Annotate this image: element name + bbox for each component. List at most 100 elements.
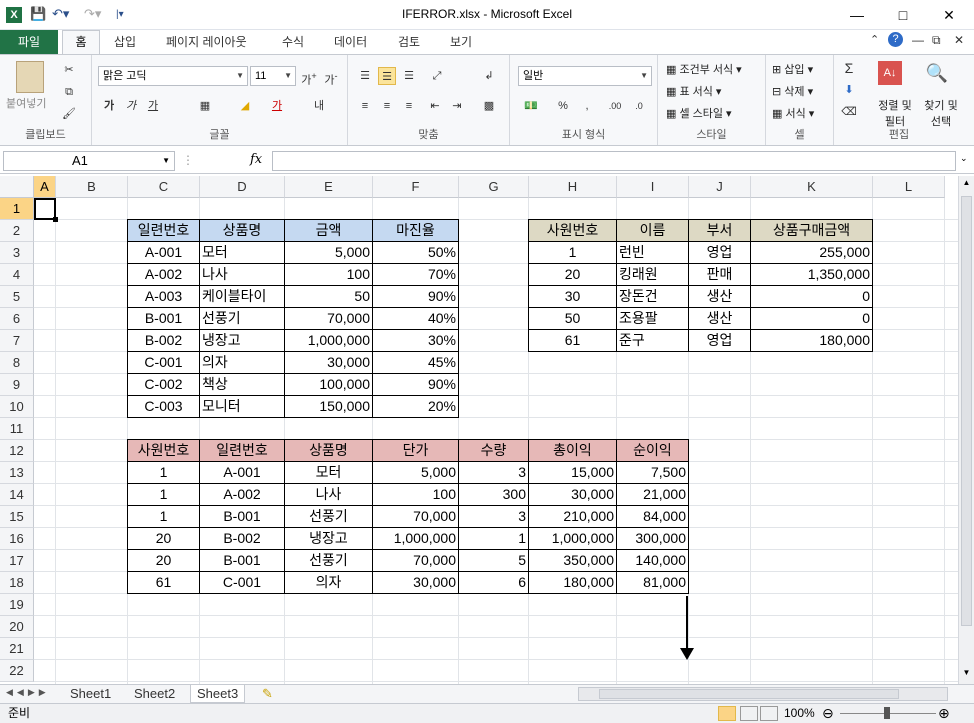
- row-header[interactable]: 18: [0, 572, 34, 594]
- table-cell[interactable]: 100: [372, 483, 459, 506]
- column-header-c[interactable]: C: [128, 176, 200, 198]
- row-header[interactable]: 21: [0, 638, 34, 660]
- formula-input[interactable]: [272, 151, 956, 171]
- table-header[interactable]: 마진율: [372, 219, 459, 242]
- row-header[interactable]: 14: [0, 484, 34, 506]
- row-header[interactable]: 1: [0, 198, 34, 220]
- align-top-icon[interactable]: ☰: [356, 67, 374, 85]
- sort-filter-button[interactable]: 정렬 및 필터: [872, 97, 918, 129]
- table-header[interactable]: 일련번호: [127, 219, 200, 242]
- wrap-text-icon[interactable]: ↲: [480, 67, 498, 85]
- expand-formula-icon[interactable]: ⌄: [960, 153, 968, 164]
- row-header[interactable]: 7: [0, 330, 34, 352]
- underline-button[interactable]: 가: [144, 97, 162, 115]
- ribbon-collapse-icon[interactable]: ⌃: [870, 33, 879, 46]
- table-cell[interactable]: 5,000: [372, 461, 459, 484]
- minimize-button[interactable]: —: [842, 4, 872, 26]
- select-all-corner[interactable]: [0, 176, 34, 198]
- row-header[interactable]: 20: [0, 616, 34, 638]
- fill-icon[interactable]: ⬇: [840, 81, 858, 99]
- table-cell[interactable]: 1,000,000: [284, 329, 373, 352]
- font-name-select[interactable]: 맑은 고딕 ▼: [98, 66, 248, 86]
- table-cell[interactable]: 50: [284, 285, 373, 308]
- find-select-button[interactable]: 찾기 및 선택: [918, 97, 964, 129]
- align-bottom-icon[interactable]: ☰: [400, 67, 418, 85]
- sheet-nav-icon[interactable]: ◀◀▶▶: [6, 687, 50, 698]
- zoom-out-icon[interactable]: ⊖: [822, 704, 834, 723]
- row-header[interactable]: 11: [0, 418, 34, 440]
- tab-file[interactable]: 파일: [0, 30, 58, 54]
- table-cell[interactable]: 판매: [688, 263, 751, 286]
- table-cell[interactable]: 조용팔: [616, 307, 689, 330]
- table-cell[interactable]: B-001: [199, 549, 285, 572]
- column-header-e[interactable]: E: [285, 176, 373, 198]
- table-header[interactable]: 상품명: [284, 439, 373, 462]
- clear-icon[interactable]: ⌫: [840, 103, 858, 121]
- table-cell[interactable]: 냉장고: [284, 527, 373, 550]
- table-cell[interactable]: 런빈: [616, 241, 689, 264]
- table-cell[interactable]: 1,000,000: [528, 527, 617, 550]
- zoom-in-icon[interactable]: ⊕: [938, 704, 950, 723]
- table-cell[interactable]: A-001: [199, 461, 285, 484]
- scroll-up-icon[interactable]: ▲: [961, 178, 972, 192]
- table-cell[interactable]: 50%: [372, 241, 459, 264]
- table-cell[interactable]: B-002: [199, 527, 285, 550]
- table-cell[interactable]: 150,000: [284, 395, 373, 418]
- page-break-view-icon[interactable]: [760, 706, 778, 721]
- table-cell[interactable]: B-001: [127, 307, 200, 330]
- table-cell[interactable]: 140,000: [616, 549, 689, 572]
- row-header[interactable]: 6: [0, 308, 34, 330]
- cell-styles-button[interactable]: ▦ 셀 스타일 ▾: [666, 105, 732, 121]
- column-header-h[interactable]: H: [529, 176, 617, 198]
- table-cell[interactable]: 0: [750, 285, 873, 308]
- table-cell[interactable]: 선풍기: [199, 307, 285, 330]
- table-cell[interactable]: 30,000: [528, 483, 617, 506]
- orientation-icon[interactable]: ⤢: [428, 67, 446, 85]
- table-cell[interactable]: 영업: [688, 329, 751, 352]
- sheet-tab-2[interactable]: Sheet2: [128, 685, 181, 703]
- table-cell[interactable]: C-001: [127, 351, 200, 374]
- row-header[interactable]: 8: [0, 352, 34, 374]
- table-cell[interactable]: 40%: [372, 307, 459, 330]
- table-cell[interactable]: 300,000: [616, 527, 689, 550]
- table-cell[interactable]: 선풍기: [284, 505, 373, 528]
- table-header[interactable]: 사원번호: [127, 439, 200, 462]
- table-cell[interactable]: 준구: [616, 329, 689, 352]
- zoom-slider-thumb[interactable]: [884, 707, 890, 719]
- vertical-scrollbar[interactable]: ▲ ▼: [958, 176, 974, 684]
- table-cell[interactable]: 350,000: [528, 549, 617, 572]
- table-header[interactable]: 상품명: [199, 219, 285, 242]
- table-cell[interactable]: 책상: [199, 373, 285, 396]
- table-cell[interactable]: 킹래원: [616, 263, 689, 286]
- comma-style-icon[interactable]: ,: [578, 97, 596, 115]
- table-cell[interactable]: B-002: [127, 329, 200, 352]
- table-cell[interactable]: 5,000: [284, 241, 373, 264]
- column-header-b[interactable]: B: [56, 176, 128, 198]
- table-cell[interactable]: 70,000: [284, 307, 373, 330]
- table-cell[interactable]: 70%: [372, 263, 459, 286]
- decrease-decimal-icon[interactable]: .0: [630, 97, 648, 115]
- conditional-format-button[interactable]: ▦ 조건부 서식 ▾: [666, 61, 742, 77]
- cut-icon[interactable]: ✂: [60, 61, 78, 79]
- table-header[interactable]: 금액: [284, 219, 373, 242]
- table-cell[interactable]: 15,000: [528, 461, 617, 484]
- horizontal-scrollbar[interactable]: [578, 687, 948, 701]
- font-size-select[interactable]: 11 ▼: [250, 66, 296, 86]
- sort-filter-icon[interactable]: A↓: [878, 61, 902, 85]
- table-cell[interactable]: 70,000: [372, 549, 459, 572]
- table-cell[interactable]: 5: [458, 549, 529, 572]
- vertical-scroll-thumb[interactable]: [961, 196, 972, 626]
- tab-data[interactable]: 데이터: [334, 33, 367, 50]
- table-cell[interactable]: 생산: [688, 285, 751, 308]
- decrease-indent-icon[interactable]: ⇤: [426, 97, 444, 115]
- bold-button[interactable]: 가: [100, 97, 118, 115]
- copy-icon[interactable]: ⧉: [60, 83, 78, 101]
- page-layout-view-icon[interactable]: [740, 706, 758, 721]
- table-cell[interactable]: 6: [458, 571, 529, 594]
- format-painter-icon[interactable]: 🖌: [60, 105, 78, 123]
- insert-cells-button[interactable]: ⊞ 삽입 ▾: [772, 61, 813, 77]
- row-header[interactable]: 2: [0, 220, 34, 242]
- table-cell[interactable]: A-002: [127, 263, 200, 286]
- sheet-tab-3[interactable]: Sheet3: [190, 685, 246, 703]
- table-cell[interactable]: 255,000: [750, 241, 873, 264]
